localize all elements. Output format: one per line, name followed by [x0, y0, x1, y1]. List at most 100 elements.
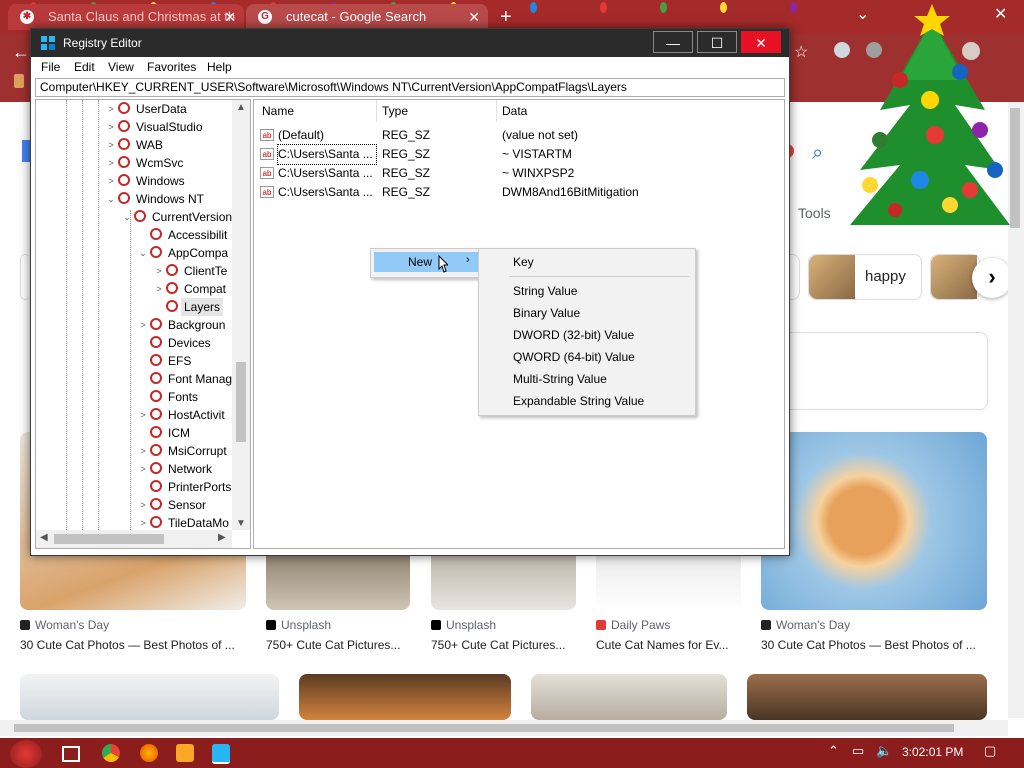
new-tab-button[interactable]: + [500, 6, 512, 29]
result-image[interactable] [747, 674, 987, 720]
column-header-name[interactable]: Name [262, 104, 294, 118]
result-source[interactable]: Woman's Day [20, 618, 109, 632]
tab-cutecat-search[interactable]: G cutecat - Google Search ✕ [246, 4, 488, 30]
menu-bar [31, 57, 789, 77]
value-row[interactable]: ab C:\Users\Santa ... REG_SZ ~ WINXPSP2 [258, 164, 778, 183]
tree-vertical-scrollbar[interactable] [232, 100, 250, 530]
folder-icon [150, 354, 162, 366]
chrome-icon[interactable] [102, 744, 120, 762]
next-chip-arrow-icon[interactable]: › [972, 258, 1012, 298]
result-source[interactable]: Daily Paws [596, 618, 670, 632]
womans-day-icon [761, 620, 771, 630]
scroll-up-arrow-icon[interactable]: ▲ [236, 102, 246, 113]
result-image[interactable] [531, 674, 727, 720]
menu-file[interactable]: File [41, 60, 60, 74]
result-title[interactable]: 750+ Cute Cat Pictures... [266, 638, 411, 652]
column-divider[interactable] [496, 100, 497, 122]
column-header-data[interactable]: Data [502, 104, 527, 118]
chip-thumbnail [931, 255, 977, 299]
close-tab-icon[interactable]: ✕ [224, 4, 236, 30]
result-source[interactable]: Unsplash [266, 618, 331, 632]
menu-item-expandable-string-value[interactable]: Expandable String Value [513, 394, 644, 408]
filter-chip[interactable] [20, 254, 30, 300]
bookmark-folder-icon[interactable] [14, 74, 24, 88]
column-divider[interactable] [376, 100, 377, 122]
value-row[interactable]: ab C:\Users\Santa ... REG_SZ ~ VISTARTM [258, 144, 778, 165]
result-title[interactable]: 30 Cute Cat Photos — Best Photos of ... [20, 638, 246, 652]
back-arrow-icon[interactable]: ← [12, 42, 30, 63]
menu-separator [509, 276, 689, 277]
maximize-button[interactable]: ☐ [697, 31, 737, 53]
result-image[interactable] [761, 432, 987, 610]
menu-item-qword-value[interactable]: QWORD (64-bit) Value [513, 350, 635, 364]
window-title: Registry Editor [63, 36, 142, 50]
menu-help[interactable]: Help [207, 60, 232, 74]
folder-icon [150, 372, 162, 384]
search-icon[interactable]: ⌕ [812, 142, 823, 165]
menu-item-dword-value[interactable]: DWORD (32-bit) Value [513, 328, 634, 342]
result-image[interactable] [299, 674, 511, 720]
network-icon[interactable]: ▭ [852, 743, 864, 759]
menu-item-binary-value[interactable]: Binary Value [513, 306, 580, 320]
close-button[interactable]: ✕ [741, 31, 781, 53]
tree-vertical-scroll-thumb[interactable] [236, 362, 246, 442]
result-source[interactable]: Unsplash [431, 618, 496, 632]
menu-view[interactable]: View [108, 60, 134, 74]
show-hidden-icons-chevron-icon[interactable]: ⌃ [828, 743, 839, 759]
folder-icon [134, 210, 146, 222]
folder-icon [150, 246, 162, 258]
taskbar-clock[interactable]: 3:02:01 PM [902, 745, 963, 759]
result-title[interactable]: 30 Cute Cat Photos — Best Photos of ... [761, 638, 987, 652]
menu-item-label: New [408, 255, 433, 269]
string-value-icon: ab [260, 167, 274, 179]
result-source[interactable]: Woman's Day [761, 618, 850, 632]
address-bar[interactable]: Computer\HKEY_CURRENT_USER\Software\Micr… [35, 78, 785, 97]
tools-link[interactable]: Tools [798, 205, 831, 221]
unsplash-icon [266, 620, 276, 630]
related-searches-box [772, 332, 988, 410]
firefox-icon[interactable] [140, 744, 158, 762]
menu-item-string-value[interactable]: String Value [513, 284, 577, 298]
column-header-type[interactable]: Type [382, 104, 408, 118]
scroll-down-arrow-icon[interactable]: ▼ [236, 518, 246, 529]
value-row[interactable]: ab (Default) REG_SZ (value not set) [258, 126, 778, 145]
start-button[interactable] [10, 740, 42, 768]
result-image[interactable] [20, 674, 279, 720]
folder-icon [118, 102, 130, 114]
tree-horizontal-scroll-thumb[interactable] [54, 534, 164, 544]
menu-item-multi-string-value[interactable]: Multi-String Value [513, 372, 607, 386]
menu-item-key[interactable]: Key [513, 255, 534, 269]
menu-edit[interactable]: Edit [74, 60, 95, 74]
close-tab-icon[interactable]: ✕ [468, 4, 480, 30]
page-horizontal-scroll-thumb[interactable] [14, 724, 954, 732]
volume-icon[interactable]: 🔈 [876, 743, 892, 759]
tab-santa-claus[interactable]: ✱ Santa Claus and Christmas at th ✕ [8, 4, 244, 30]
result-image[interactable] [266, 548, 410, 610]
chip-label: happy [865, 268, 906, 285]
menu-favorites[interactable]: Favorites [147, 60, 196, 74]
minimize-button[interactable]: — [653, 31, 693, 53]
folder-icon [118, 138, 130, 150]
santa-favicon-icon: ✱ [20, 10, 34, 24]
scroll-left-arrow-icon[interactable]: ◀ [40, 532, 48, 543]
result-title[interactable]: 750+ Cute Cat Pictures... [431, 638, 576, 652]
result-title[interactable]: Cute Cat Names for Ev... [596, 638, 741, 652]
scroll-right-arrow-icon[interactable]: ▶ [218, 532, 226, 543]
tab-title: cutecat - Google Search [286, 9, 427, 24]
filter-chip-happy[interactable]: happy [808, 254, 922, 300]
task-view-icon[interactable] [62, 746, 80, 762]
folder-icon [118, 174, 130, 186]
notifications-icon[interactable]: ▢ [984, 743, 996, 759]
result-image[interactable] [431, 548, 576, 610]
file-explorer-icon[interactable] [176, 744, 194, 762]
christmas-tree-decoration [850, 4, 1010, 225]
registry-editor-taskbar-icon[interactable] [212, 744, 230, 764]
folder-icon [150, 426, 162, 438]
result-image[interactable] [596, 548, 741, 610]
menu-item-new[interactable]: New › [374, 252, 478, 272]
chip-thumbnail [809, 255, 855, 299]
bookmark-star-icon[interactable]: ☆ [794, 42, 808, 62]
folder-icon [118, 192, 130, 204]
value-row[interactable]: ab C:\Users\Santa ... REG_SZ DWM8And16Bi… [258, 183, 778, 202]
context-menu: New › [370, 248, 484, 278]
